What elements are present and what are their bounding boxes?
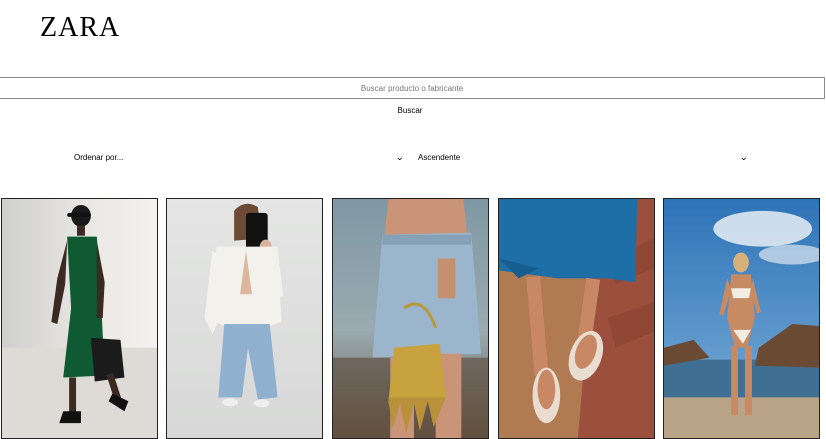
product-card[interactable] (332, 198, 489, 439)
order-select-value: Ascendente (418, 152, 461, 162)
search-input[interactable] (0, 77, 825, 99)
chevron-down-icon: ⌄ (739, 151, 749, 162)
flip-flops-blue-dress-photo (499, 199, 654, 438)
order-select[interactable]: Ascendente ⌄ (418, 150, 749, 164)
product-card[interactable] (166, 198, 323, 439)
bikini-beach-photo (664, 199, 819, 438)
search-button[interactable]: Buscar (390, 104, 430, 116)
sort-select-value: Ordenar por... (74, 152, 124, 162)
chevron-down-icon: ⌄ (395, 151, 405, 162)
product-card[interactable] (663, 198, 820, 439)
woman-green-dress-photo (2, 199, 157, 438)
product-grid (1, 198, 826, 439)
woman-white-blazer-jeans-photo (167, 199, 322, 438)
zara-logo[interactable]: ZARA (40, 12, 120, 44)
sort-select[interactable]: Ordenar por... ⌄ (74, 150, 405, 164)
product-card[interactable] (1, 198, 158, 439)
denim-skirt-gold-bag-photo (333, 199, 488, 438)
product-card[interactable] (498, 198, 655, 439)
